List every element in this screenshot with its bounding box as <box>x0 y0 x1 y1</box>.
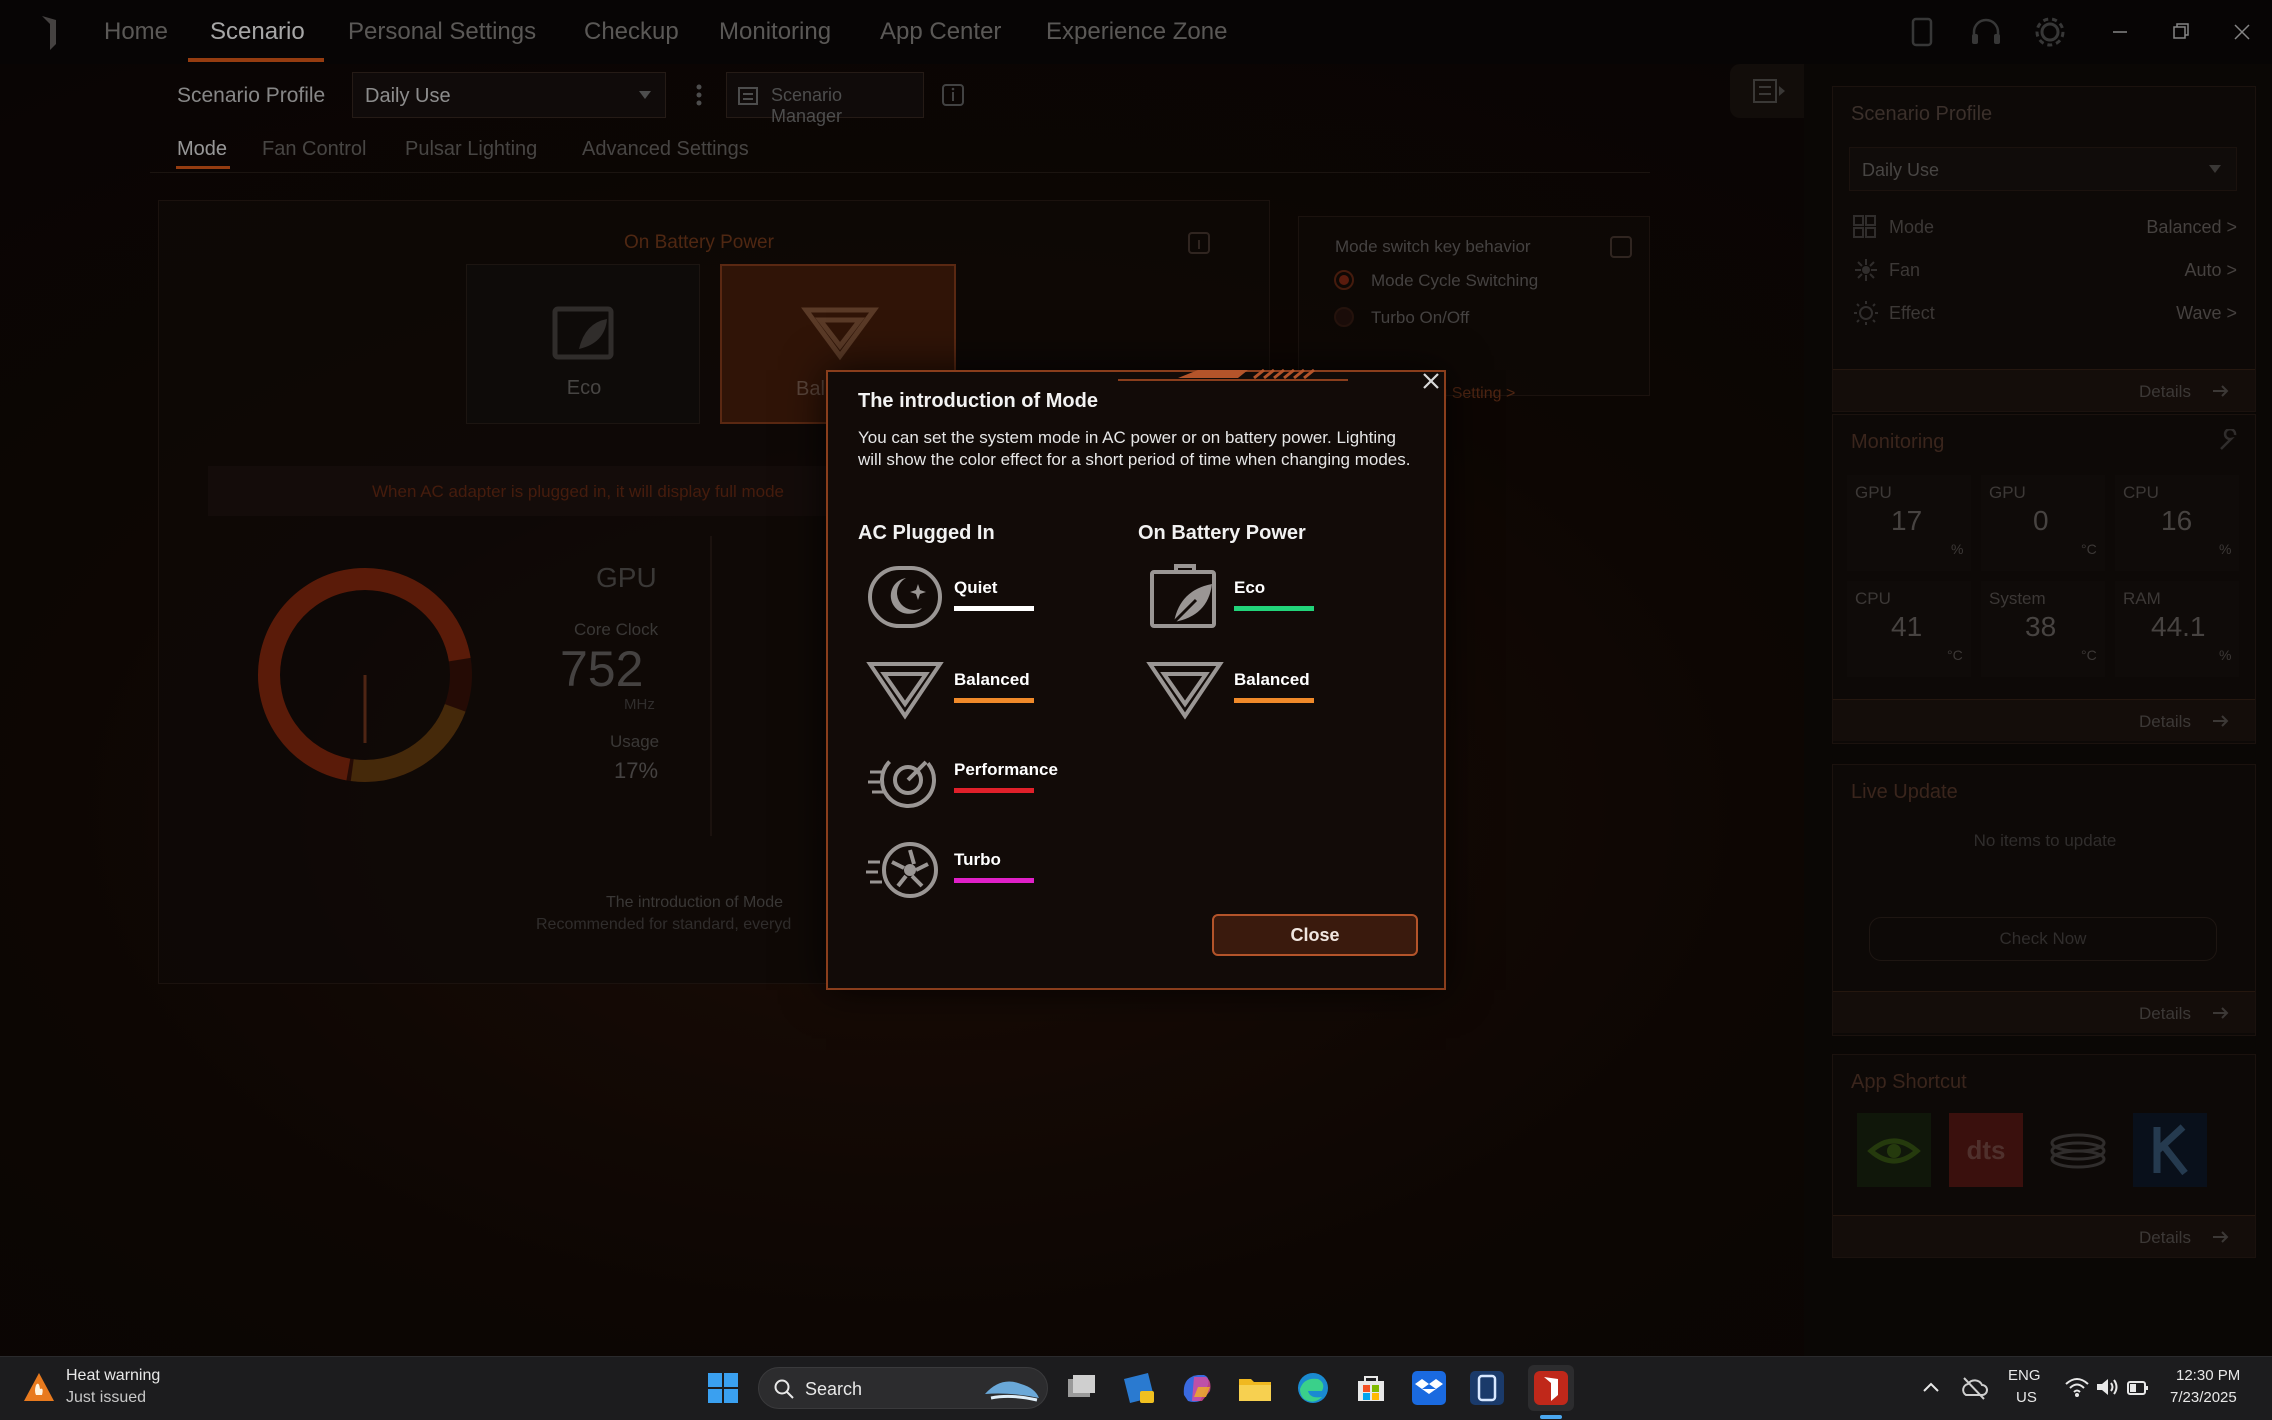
language-region[interactable]: US <box>2016 1389 2037 1406</box>
balanced-icon <box>866 656 944 722</box>
eco-icon <box>1146 564 1224 630</box>
balanced-battery-label: Balanced <box>1234 670 1310 689</box>
clock-date[interactable]: 7/23/2025 <box>2170 1389 2237 1406</box>
balanced-label: Balanced <box>954 670 1030 689</box>
volume-icon[interactable] <box>2094 1375 2120 1399</box>
mode-intro-dialog: The introduction of Mode You can set the… <box>826 368 1446 990</box>
balanced-battery-color-bar <box>1234 698 1314 703</box>
keyboard-app-icon[interactable] <box>1466 1367 1508 1409</box>
copilot-icon[interactable] <box>1176 1367 1218 1409</box>
predator-sense-icon[interactable] <box>1528 1365 1574 1411</box>
active-app-indicator <box>1540 1415 1562 1419</box>
balanced-battery-icon <box>1146 656 1224 722</box>
dialog-description: You can set the system mode in AC power … <box>858 428 1411 469</box>
balanced-color-bar <box>954 698 1034 703</box>
search-label: Search <box>805 1379 863 1399</box>
warning-icon <box>22 1371 56 1403</box>
taskbar-search[interactable]: Search <box>758 1367 1048 1409</box>
taskbar: Heat warning Just issued Search ENG US 1… <box>0 1356 2272 1420</box>
cloud-offline-icon[interactable] <box>1960 1375 1988 1401</box>
photoshop-express-icon[interactable] <box>1118 1367 1160 1409</box>
battery-icon[interactable] <box>2126 1377 2150 1399</box>
header-stripes-decoration <box>1118 366 1348 382</box>
turbo-label: Turbo <box>954 850 1001 869</box>
performance-color-bar <box>954 788 1034 793</box>
performance-icon <box>866 746 944 812</box>
language-code[interactable]: ENG <box>2008 1367 2041 1384</box>
close-button[interactable]: Close <box>1212 914 1418 956</box>
dialog-title: The introduction of Mode <box>858 390 1098 412</box>
file-explorer-icon[interactable] <box>1234 1367 1276 1409</box>
quiet-color-bar <box>954 606 1034 611</box>
search-icon <box>773 1378 795 1400</box>
dropbox-icon[interactable] <box>1408 1367 1450 1409</box>
eco-label: Eco <box>1234 578 1266 597</box>
edge-icon[interactable] <box>1292 1367 1334 1409</box>
turbo-icon <box>866 836 944 902</box>
chevron-up-icon[interactable] <box>1920 1377 1942 1399</box>
quiet-icon <box>866 564 944 630</box>
search-highlight-icon <box>981 1372 1041 1404</box>
close-dialog-icon[interactable] <box>1416 366 1446 396</box>
task-view-icon[interactable] <box>1060 1367 1102 1409</box>
wifi-icon[interactable] <box>2064 1375 2090 1399</box>
ac-plugged-heading: AC Plugged In <box>858 522 995 544</box>
quiet-label: Quiet <box>954 578 998 597</box>
notice-title[interactable]: Heat warning <box>66 1367 160 1385</box>
notice-sub: Just issued <box>66 1389 147 1406</box>
clock-time[interactable]: 12:30 PM <box>2176 1367 2240 1384</box>
turbo-color-bar <box>954 878 1034 883</box>
performance-label: Performance <box>954 760 1058 779</box>
eco-color-bar <box>1234 606 1314 611</box>
app-window: Home Scenario Personal Settings Checkup … <box>0 0 2272 1356</box>
battery-heading: On Battery Power <box>1138 522 1306 544</box>
microsoft-store-icon[interactable] <box>1350 1367 1392 1409</box>
windows-start-icon[interactable] <box>702 1367 744 1409</box>
